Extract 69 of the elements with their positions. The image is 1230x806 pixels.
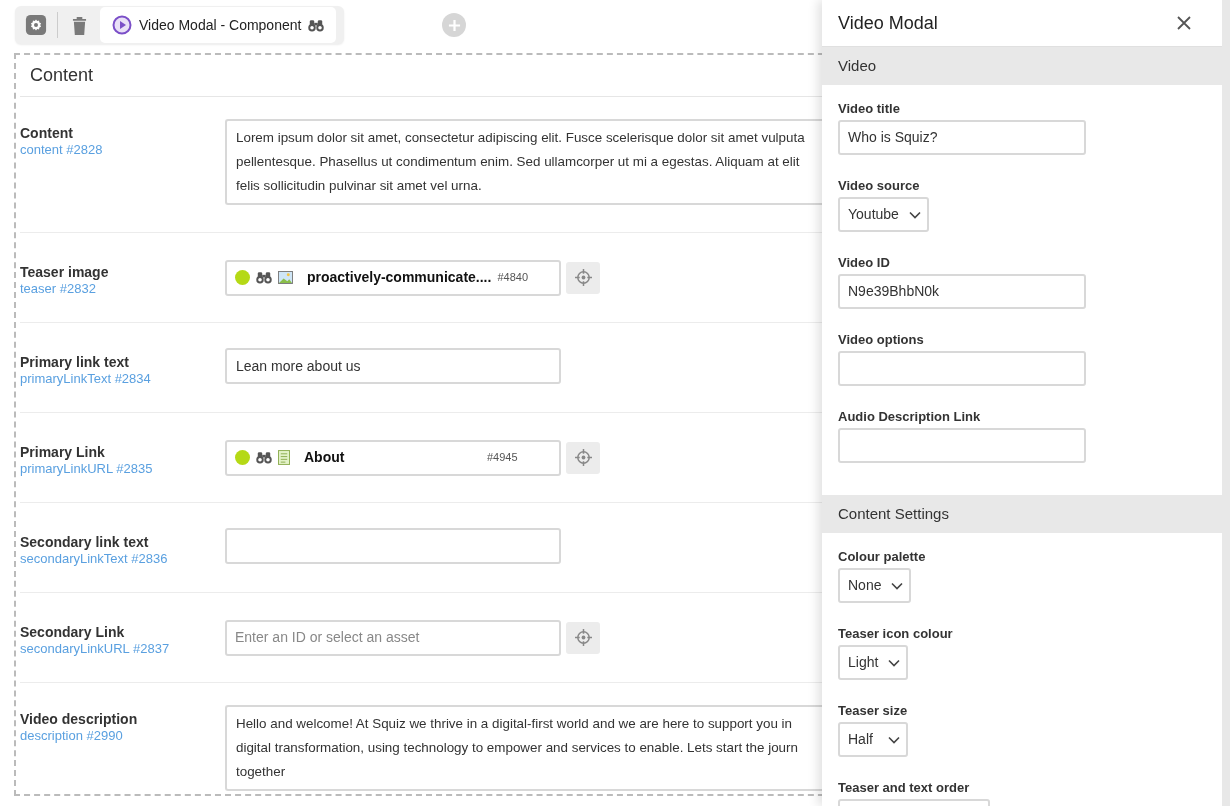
field-label: Teaser icon colour — [838, 625, 954, 643]
chevron-icon — [888, 735, 900, 744]
field-label: Video title — [838, 100, 901, 118]
field-label: Video options — [838, 331, 925, 349]
select-asset-button[interactable] — [566, 621, 600, 654]
trash-icon — [71, 15, 87, 35]
field-label: Teaser size — [838, 702, 909, 720]
field-reference: secondaryLinkText #2836 — [20, 551, 169, 567]
text-area[interactable]: Lorem ipsum dolor sit amet, consectetur adipiscing elit. Fusce scelerisque dolor sit amet vulputa pellentesque. Phasellus ut condimentum enim. Sed ullamcorper ut mi a egestas. Aliquam at elit felis sollicitudin pulvinar sit amet vel urna. — [225, 119, 822, 205]
field-label: Secondary Link — [20, 624, 126, 641]
chevron-icon — [888, 658, 901, 667]
text-input[interactable] — [838, 351, 1086, 386]
panel-title: Video Modal — [838, 11, 938, 35]
field-reference: secondaryLinkURL #2837 — [20, 641, 171, 657]
binoculars-icon — [256, 271, 272, 284]
asset-name: About — [304, 448, 346, 467]
asset-picker-field[interactable]: About #4945 — [225, 439, 561, 476]
field-label: Content — [20, 125, 74, 142]
plus-icon — [447, 18, 461, 32]
dropdown[interactable]: Half — [838, 722, 908, 757]
text-input[interactable]: Lean more about us — [225, 348, 561, 384]
section-header: Video — [822, 47, 1222, 85]
field-label: Video ID — [838, 254, 891, 272]
field-label: Teaser and text order — [838, 779, 971, 797]
image-icon — [278, 271, 293, 284]
section-header: Content Settings — [822, 495, 1222, 533]
field-reference: description #2990 — [20, 728, 124, 744]
settings-button[interactable] — [23, 12, 49, 38]
chevron-icon — [891, 581, 904, 590]
field-label: Primary Link — [20, 444, 106, 461]
placeholder-text: Enter an ID or select an asset — [235, 628, 420, 647]
asset-picker-field[interactable]: proactively-communicate.... #4840 — [225, 259, 561, 296]
text-input[interactable] — [838, 428, 1086, 463]
dropdown[interactable]: None — [838, 568, 912, 603]
field-label: Primary link text — [20, 354, 130, 371]
asset-id: #4945 — [487, 450, 519, 466]
field-reference: content #2828 — [20, 142, 104, 158]
asset-id: #4840 — [497, 270, 529, 286]
crosshair-icon — [574, 269, 592, 286]
text-input[interactable]: Who is Squiz? — [838, 120, 1086, 155]
crosshair-icon — [574, 449, 592, 466]
binoculars-icon — [256, 451, 272, 464]
close-icon — [1176, 15, 1192, 31]
field-label: Video description — [20, 711, 139, 728]
text-input[interactable] — [225, 528, 561, 564]
dropdown[interactable]: Youtube — [838, 197, 929, 232]
chevron-icon — [908, 210, 921, 219]
dropdown[interactable]: Light — [838, 645, 909, 680]
field-label: Video source — [838, 177, 921, 195]
field-label: Audio Description Link — [838, 408, 982, 426]
field-label: Secondary link text — [20, 534, 150, 551]
field-reference: teaser #2832 — [20, 281, 97, 297]
asset-picker-field[interactable]: Enter an ID or select an asset — [225, 619, 561, 656]
binoculars-icon — [308, 18, 325, 32]
field-reference: primaryLinkURL #2835 — [20, 461, 154, 477]
select-asset-button[interactable] — [566, 441, 600, 474]
page-icon — [278, 450, 290, 465]
field-reference: primaryLinkText #2834 — [20, 371, 152, 387]
text-area[interactable]: Hello and welcome! At Squiz we thrive in a digital-first world and we are here to support you in digital transformation, using technology to empower and services to enable. Lets start the journ together — [225, 705, 822, 791]
select-asset-button[interactable] — [566, 261, 600, 294]
field-label: Colour palette — [838, 548, 927, 566]
play-icon — [112, 15, 132, 35]
field-label: Teaser image — [20, 264, 110, 281]
component-tab[interactable]: Video Modal - Component — [100, 7, 337, 43]
asset-name: proactively-communicate.... — [307, 268, 492, 287]
settings-icon — [25, 14, 47, 36]
text-input[interactable]: N9e39BhbN0k — [838, 274, 1086, 309]
close-button[interactable] — [1176, 14, 1194, 32]
crosshair-icon — [574, 629, 592, 646]
